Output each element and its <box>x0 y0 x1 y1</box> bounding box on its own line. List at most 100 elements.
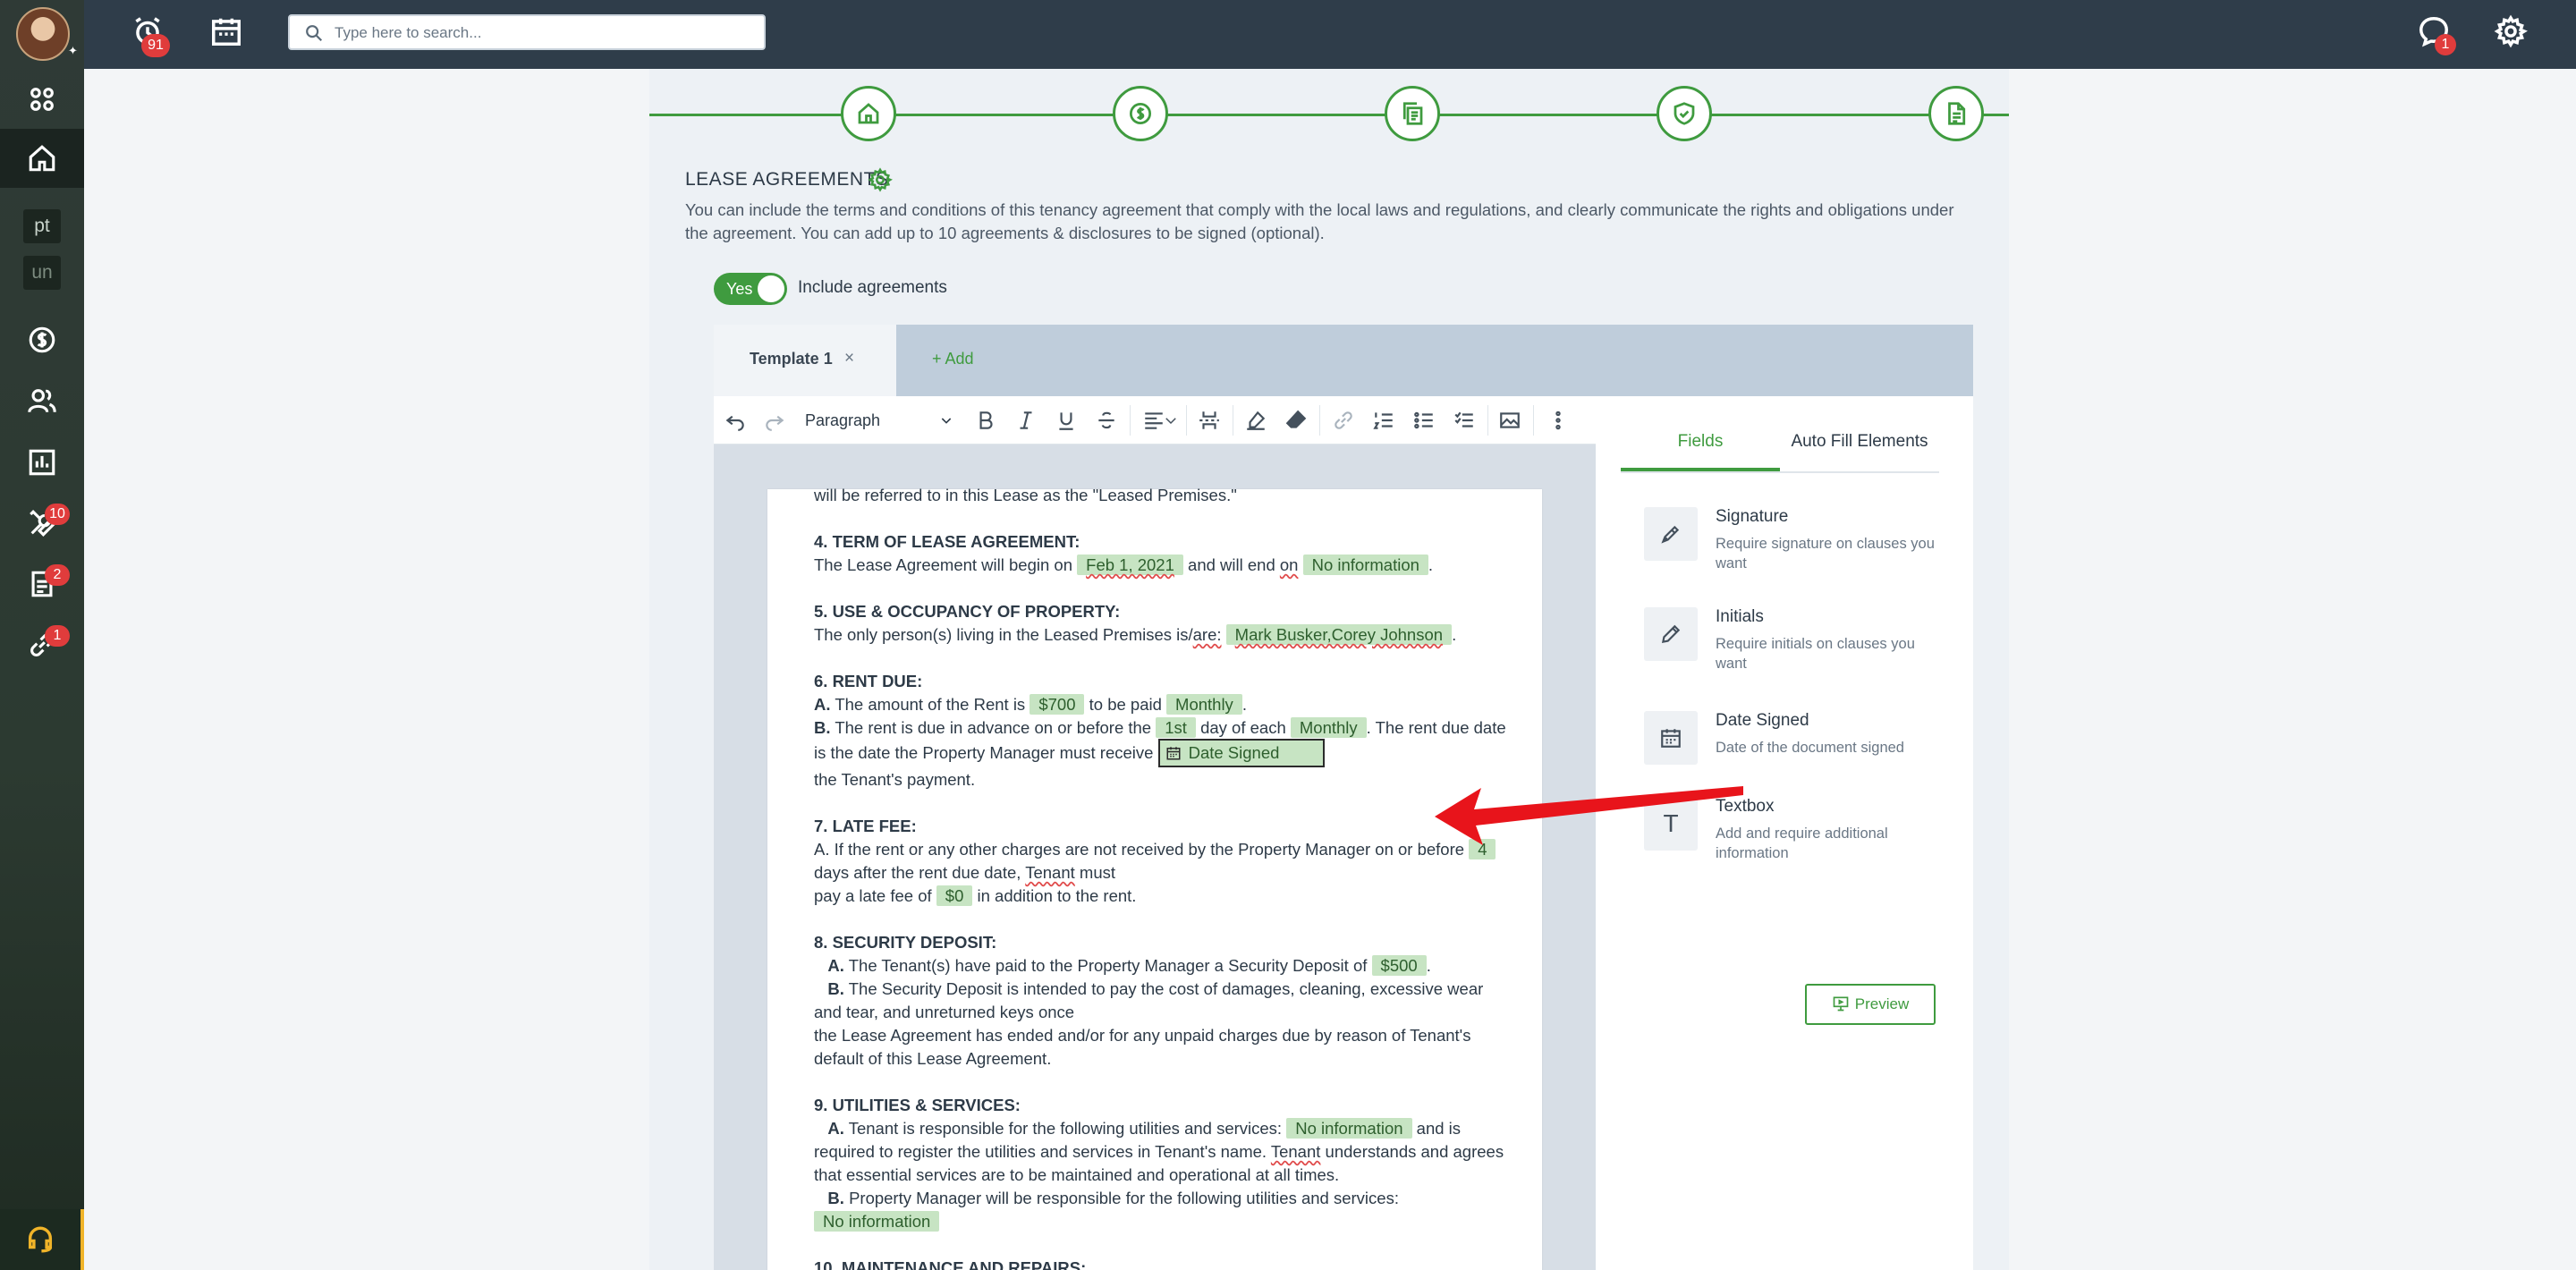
paragraph-style-select[interactable]: Paragraph <box>805 407 959 434</box>
field-name: Date Signed <box>1716 711 1809 730</box>
toolbar-divider <box>1533 405 1534 436</box>
doc-label: B. <box>827 979 844 998</box>
dollar-icon[interactable] <box>0 310 84 369</box>
tab-template-1[interactable]: Template 1 × <box>714 325 896 396</box>
more-options-icon[interactable] <box>1546 408 1571 433</box>
section-heading: 4. TERM OF LEASE AGREEMENT: <box>814 532 1080 551</box>
highlight-icon[interactable] <box>1243 408 1268 433</box>
link-icon[interactable] <box>0 615 84 674</box>
section-heading: 9. UTILITIES & SERVICES: <box>814 1096 1021 1114</box>
pin-icon[interactable]: ✦ <box>68 45 80 57</box>
search-input[interactable] <box>335 21 746 45</box>
field-name: Initials <box>1716 607 1764 626</box>
doc-text: day of each <box>1200 718 1286 737</box>
lease-start-value: Feb 1, 2021 <box>1086 555 1174 574</box>
doc-text: are: <box>1192 625 1222 644</box>
user-avatar[interactable] <box>16 7 70 61</box>
doc-label: A. <box>827 956 844 975</box>
numbered-list-icon[interactable] <box>1371 408 1396 433</box>
include-agreements-label: Include agreements <box>798 278 947 297</box>
strikethrough-icon[interactable] <box>1094 408 1119 433</box>
undo-icon[interactable] <box>723 408 748 433</box>
rent-period-field[interactable]: Monthly <box>1290 717 1367 738</box>
toolbar-divider <box>1487 405 1488 436</box>
section-description: You can include the terms and conditions… <box>685 200 1954 242</box>
section-heading: 10. MAINTENANCE AND REPAIRS: <box>814 1258 1087 1270</box>
doc-paragraph: the Tenant's payment. <box>814 770 976 789</box>
doc-paragraph: No information <box>814 1210 1512 1233</box>
image-icon[interactable] <box>1497 408 1522 433</box>
sidebar-item-un[interactable]: un <box>23 256 61 290</box>
calendar-icon <box>1644 711 1698 765</box>
tab-auto-fill-elements[interactable]: Auto Fill Elements <box>1780 432 1939 452</box>
field-initials[interactable]: Initials Require initials on clauses you… <box>1644 607 1930 688</box>
preview-button[interactable]: Preview <box>1805 984 1936 1025</box>
document-body[interactable]: will be referred to in this Lease as the… <box>814 484 1512 1270</box>
security-deposit-field[interactable]: $500 <box>1371 955 1427 976</box>
paragraph-style-value: Paragraph <box>805 411 881 429</box>
align-chevron-icon[interactable] <box>1163 408 1179 433</box>
sidebar-item-pt[interactable]: pt <box>23 209 61 243</box>
apps-icon[interactable] <box>0 70 84 129</box>
doc-text: The rent is due in advance on or before … <box>835 718 1152 737</box>
calendar-icon <box>1166 747 1181 760</box>
support-headset-icon[interactable] <box>0 1209 84 1270</box>
page-break-icon[interactable] <box>1197 408 1222 433</box>
calendar-icon[interactable] <box>209 14 247 52</box>
bold-icon[interactable] <box>973 408 998 433</box>
eraser-icon[interactable] <box>1284 408 1309 433</box>
rent-frequency-field[interactable]: Monthly <box>1166 694 1242 715</box>
people-icon[interactable] <box>0 371 84 430</box>
field-name: Signature <box>1716 507 1789 526</box>
manager-utilities-field[interactable]: No information <box>814 1211 940 1232</box>
tools-icon[interactable] <box>0 494 84 553</box>
redo-icon[interactable] <box>762 408 787 433</box>
lease-settings-gear-icon[interactable] <box>868 167 893 192</box>
underline-icon[interactable] <box>1054 408 1079 433</box>
step-document-icon[interactable] <box>1928 86 1984 141</box>
tab-fields[interactable]: Fields <box>1621 432 1780 452</box>
section-heading: 5. USE & OCCUPANCY OF PROPERTY: <box>814 602 1121 621</box>
doc-paragraph: A. The amount of the Rent is $700 to be … <box>814 694 1247 715</box>
search-box[interactable] <box>288 14 766 50</box>
add-template-button[interactable]: + Add <box>932 350 974 368</box>
rent-due-day-field[interactable]: 1st <box>1156 717 1196 738</box>
step-dollar-icon[interactable] <box>1113 86 1168 141</box>
bullet-list-icon[interactable] <box>1411 408 1436 433</box>
field-signature[interactable]: Signature Require signature on clauses y… <box>1644 507 1935 588</box>
rent-amount-field[interactable]: $700 <box>1030 694 1085 715</box>
doc-text: Tenant <box>1270 1142 1321 1161</box>
panel-tabs: Fields Auto Fill Elements <box>1621 423 1939 473</box>
late-fee-field[interactable]: $0 <box>936 885 973 906</box>
tenant-utilities-field[interactable]: No information <box>1286 1118 1412 1139</box>
step-copy-icon[interactable] <box>1385 86 1440 141</box>
document-icon[interactable] <box>0 555 84 614</box>
lease-end-field[interactable]: No information <box>1302 555 1428 575</box>
doc-text: days after the rent due date, <box>814 863 1021 882</box>
home-icon[interactable] <box>0 129 84 188</box>
occupants-field[interactable]: Mark Busker,Corey Johnson <box>1225 624 1453 645</box>
lease-start-field[interactable]: Feb 1, 2021 <box>1077 555 1183 575</box>
checklist-icon[interactable] <box>1452 408 1477 433</box>
chart-icon[interactable] <box>0 433 84 492</box>
settings-gear-icon[interactable] <box>2494 14 2531 52</box>
pencil-icon <box>1644 607 1698 661</box>
step-home-icon[interactable] <box>841 86 896 141</box>
doc-label: A. <box>827 1119 844 1138</box>
doc-text: pay a late fee of <box>814 886 932 905</box>
doc-paragraph: B. Property Manager will be responsible … <box>814 1187 1512 1210</box>
include-agreements-toggle[interactable]: Yes <box>714 273 787 305</box>
tab-template-1-label: Template 1 <box>750 350 833 368</box>
wizard-steps <box>649 69 2009 176</box>
doc-text: to be paid <box>1089 695 1162 714</box>
doc-text: The amount of the Rent is <box>835 695 1026 714</box>
link-icon[interactable] <box>1331 408 1356 433</box>
tools-badge: 10 <box>45 504 70 525</box>
step-shield-check-icon[interactable] <box>1657 86 1712 141</box>
italic-icon[interactable] <box>1013 408 1038 433</box>
date-signed-field[interactable]: Date Signed <box>1157 739 1325 767</box>
field-date-signed[interactable]: Date Signed Date of the document signed <box>1644 711 1930 792</box>
alerts-badge: 91 <box>141 34 170 57</box>
close-tab-icon[interactable]: × <box>844 349 854 368</box>
left-sidebar: ✦ pt un 10 2 1 <box>0 0 84 1270</box>
